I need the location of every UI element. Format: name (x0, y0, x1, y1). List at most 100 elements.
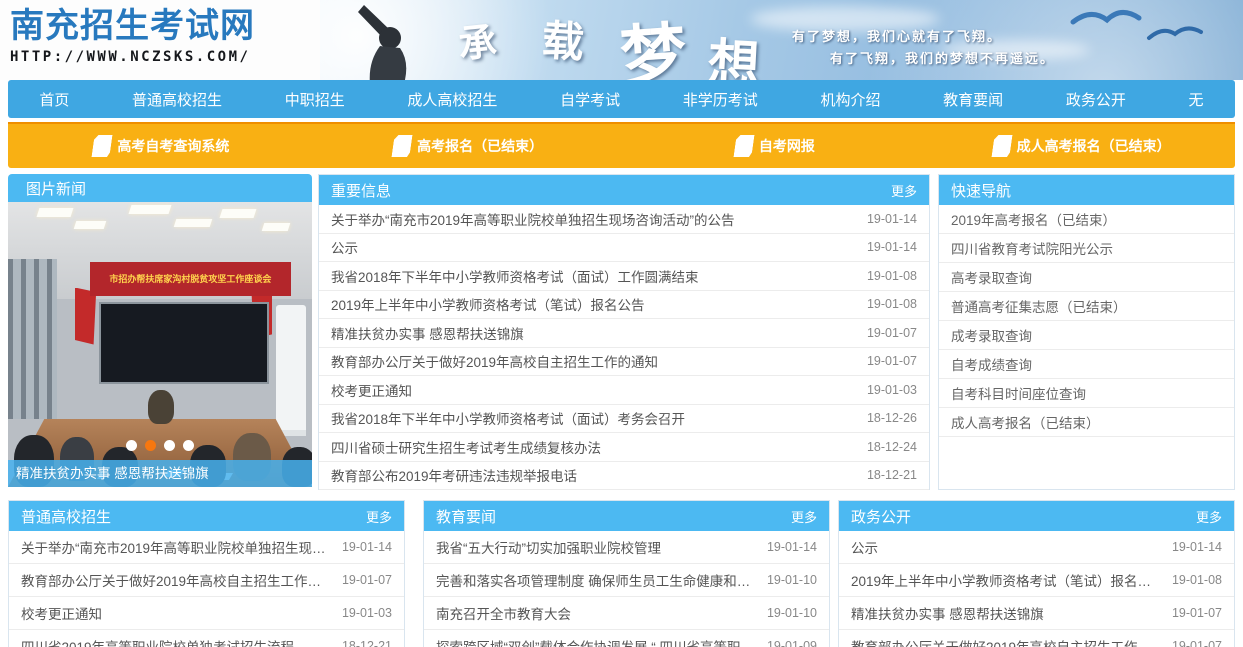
site-header: 南充招生考试网 HTTP://WWW.NCZSKS.COM/ 承 载 梦 想 有… (0, 0, 1243, 80)
edu-news-header: 教育要闻 更多 (424, 501, 829, 531)
edu-news-panel: 教育要闻 更多 我省“五大行动”切实加强职业院校管理 19-01-14 完善和落… (423, 500, 830, 647)
news-link[interactable]: 教育部办公厅关于做好2019年高校自主招生工作的通知 (851, 636, 1162, 647)
quick-link[interactable]: 自考网报 (622, 135, 929, 157)
quick-link[interactable]: 高考自考查询系统 (8, 135, 315, 157)
news-row: 我省2018年下半年中小学教师资格考试（面试）考务会召开 18-12-26 (319, 405, 929, 434)
quick-nav-link[interactable]: 四川省教育考试院阳光公示 (951, 238, 1113, 258)
news-link[interactable]: 校考更正通知 (331, 380, 412, 400)
news-date: 19-01-03 (867, 383, 917, 397)
carousel-dot-active[interactable] (145, 440, 156, 451)
nav-item[interactable]: 机构介绍 (820, 89, 880, 110)
news-link[interactable]: 精准扶贫办实事 感恩帮扶送锦旗 (851, 603, 1044, 623)
news-link[interactable]: 校考更正通知 (21, 603, 102, 623)
nav-item[interactable]: 成人高校招生 (407, 89, 497, 110)
nav-item[interactable]: 政务公开 (1066, 89, 1126, 110)
news-row: 公示 19-01-14 (839, 531, 1234, 564)
news-link[interactable]: 关于举办“南充市2019年高等职业院校单独招生现场咨询活... (21, 537, 332, 557)
quick-nav-link[interactable]: 成考录取查询 (951, 325, 1032, 345)
quick-nav-row: 成考录取查询 (939, 321, 1234, 350)
gov-info-list: 公示 19-01-14 2019年上半年中小学教师资格考试（笔试）报名公告 19… (839, 531, 1234, 647)
more-link[interactable]: 更多 (891, 181, 917, 200)
news-link[interactable]: 四川省硕士研究生招生考试考生成绩复核办法 (331, 437, 601, 457)
colleges-header: 普通高校招生 更多 (9, 501, 404, 531)
news-link[interactable]: 我省2018年下半年中小学教师资格考试（面试）工作圆满结束 (331, 266, 699, 286)
carousel-dots (126, 440, 194, 451)
nav-item[interactable]: 首页 (39, 89, 69, 110)
banner-text-char: 承 (455, 10, 499, 69)
quick-nav-link[interactable]: 高考录取查询 (951, 267, 1032, 287)
quick-nav-link[interactable]: 普通高考征集志愿（已结束） (951, 296, 1127, 316)
carousel-dot[interactable] (183, 440, 194, 451)
news-link[interactable]: 我省“五大行动”切实加强职业院校管理 (436, 537, 661, 557)
nav-item[interactable]: 教育要闻 (943, 89, 1003, 110)
news-date: 19-01-14 (342, 540, 392, 554)
news-link[interactable]: 四川省2019年高等职业院校单独考试招生流程 (21, 636, 294, 647)
news-link[interactable]: 2019年上半年中小学教师资格考试（笔试）报名公告 (331, 294, 645, 314)
quick-link[interactable]: 高考报名（已结束） (315, 135, 622, 157)
photo-caption[interactable]: 精准扶贫办实事 感恩帮扶送锦旗 (8, 460, 312, 487)
news-date: 19-01-14 (1172, 540, 1222, 554)
news-link[interactable]: 我省2018年下半年中小学教师资格考试（面试）考务会召开 (331, 408, 685, 428)
colleges-list: 关于举办“南充市2019年高等职业院校单独招生现场咨询活... 19-01-14… (9, 531, 404, 647)
news-link[interactable]: 教育部公布2019年考研违法违规举报电话 (331, 465, 577, 485)
news-row: 校考更正通知 19-01-03 (319, 376, 929, 405)
nav-item[interactable]: 无 (1189, 89, 1204, 110)
news-row: 教育部办公厅关于做好2019年高校自主招生工作的通知 19-01-07 (9, 564, 404, 597)
quick-nav-link[interactable]: 自考科目时间座位查询 (951, 383, 1086, 403)
colleges-panel: 普通高校招生 更多 关于举办“南充市2019年高等职业院校单独招生现场咨询活..… (8, 500, 405, 647)
news-row: 公示 19-01-14 (319, 234, 929, 263)
news-date: 19-01-07 (867, 326, 917, 340)
news-date: 19-01-08 (867, 297, 917, 311)
nav-item[interactable]: 普通高校招生 (132, 89, 222, 110)
important-info-list: 关于举办“南充市2019年高等职业院校单独招生现场咨询活动”的公告 19-01-… (319, 205, 929, 490)
news-row: 关于举办“南充市2019年高等职业院校单独招生现场咨询活动”的公告 19-01-… (319, 205, 929, 234)
news-link[interactable]: 关于举办“南充市2019年高等职业院校单独招生现场咨询活动”的公告 (331, 209, 735, 229)
news-row: 四川省硕士研究生招生考试考生成绩复核办法 18-12-24 (319, 433, 929, 462)
nav-item[interactable]: 自学考试 (560, 89, 620, 110)
photo-news-image[interactable]: 市招办帮扶席家沟村脱贫攻坚工作座谈会 精准扶贫办实事 感恩帮扶送锦旗 (8, 202, 312, 487)
more-link[interactable]: 更多 (366, 507, 392, 526)
news-link[interactable]: 探索跨区域“双创”载体合作协调发展 “ 四川省高等职业院校... (436, 636, 757, 647)
important-info-title: 重要信息 (331, 180, 391, 201)
nav-item[interactable]: 非学历考试 (683, 89, 758, 110)
news-date: 19-01-08 (1172, 573, 1222, 587)
photo-news-panel: 图片新闻 市招办帮扶席家沟村脱贫攻坚工作座谈会 (8, 174, 312, 490)
photo-news-header: 图片新闻 (8, 174, 312, 202)
news-row: 教育部办公厅关于做好2019年高校自主招生工作的通知 19-01-07 (319, 348, 929, 377)
quick-nav-row: 2019年高考报名（已结束） (939, 205, 1234, 234)
carousel-dot[interactable] (164, 440, 175, 451)
child-silhouette (328, 4, 438, 80)
quick-links-bar: 高考自考查询系统 高考报名（已结束） 自考网报 成人高考报名（已结束） (8, 122, 1235, 168)
quick-nav-link[interactable]: 2019年高考报名（已结束） (951, 209, 1116, 229)
news-link[interactable]: 公示 (331, 237, 358, 257)
quick-nav-link[interactable]: 自考成绩查询 (951, 354, 1032, 374)
quick-nav-row: 自考成绩查询 (939, 350, 1234, 379)
news-row: 精准扶贫办实事 感恩帮扶送锦旗 19-01-07 (839, 597, 1234, 630)
news-date: 19-01-14 (767, 540, 817, 554)
nav-item[interactable]: 中职招生 (285, 89, 345, 110)
quick-link-label: 成人高考报名（已结束） (1017, 136, 1171, 156)
more-link[interactable]: 更多 (791, 507, 817, 526)
news-link[interactable]: 教育部办公厅关于做好2019年高校自主招生工作的通知 (331, 351, 658, 371)
book-icon (991, 135, 1012, 157)
gov-info-header: 政务公开 更多 (839, 501, 1234, 531)
photo-window (8, 259, 57, 419)
banner-text-char: 想 (706, 21, 762, 80)
more-link[interactable]: 更多 (1196, 507, 1222, 526)
news-link[interactable]: 精准扶贫办实事 感恩帮扶送锦旗 (331, 323, 524, 343)
site-url: HTTP://WWW.NCZSKS.COM/ (10, 49, 320, 65)
news-row: 四川省2019年高等职业院校单独考试招生流程 18-12-21 (9, 630, 404, 647)
news-link[interactable]: 南充召开全市教育大会 (436, 603, 571, 623)
quick-link-label: 高考报名（已结束） (417, 136, 543, 156)
news-link[interactable]: 公示 (851, 537, 878, 557)
carousel-dot[interactable] (126, 440, 137, 451)
quick-link[interactable]: 成人高考报名（已结束） (928, 135, 1235, 157)
news-link[interactable]: 2019年上半年中小学教师资格考试（笔试）报名公告 (851, 570, 1162, 590)
news-date: 19-01-14 (867, 212, 917, 226)
news-link[interactable]: 教育部办公厅关于做好2019年高校自主招生工作的通知 (21, 570, 332, 590)
quick-nav-link[interactable]: 成人高考报名（已结束） (951, 412, 1100, 432)
quick-nav-panel: 快速导航 2019年高考报名（已结束） 四川省教育考试院阳光公示 高考录取查询 (938, 174, 1235, 490)
news-row: 校考更正通知 19-01-03 (9, 597, 404, 630)
news-link[interactable]: 完善和落实各项管理制度 确保师生员工生命健康和校园安全 (436, 570, 757, 590)
book-icon (92, 135, 113, 157)
